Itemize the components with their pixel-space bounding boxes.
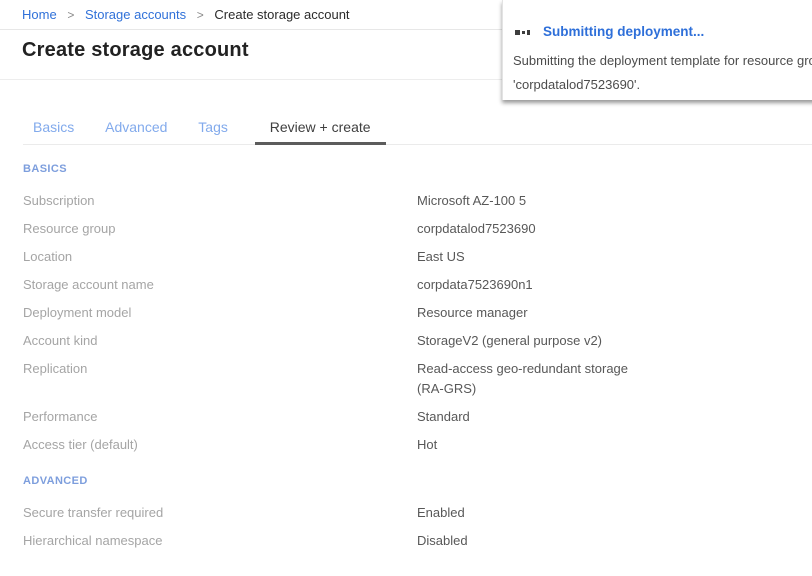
row-performance: Performance Standard (0, 403, 812, 431)
row-account-kind: Account kind StorageV2 (general purpose … (0, 327, 812, 355)
row-label: Location (0, 247, 417, 267)
tab-advanced[interactable]: Advanced (105, 118, 167, 145)
row-value: corpdata7523690n1 (417, 275, 657, 295)
tab-review-create[interactable]: Review + create (255, 118, 386, 145)
row-secure-transfer: Secure transfer required Enabled (0, 499, 812, 527)
row-label: Storage account name (0, 275, 417, 295)
row-value: Hot (417, 435, 657, 455)
toast-title-row: Submitting deployment... (513, 24, 812, 40)
tab-bar: Basics Advanced Tags Review + create (23, 118, 812, 145)
row-label: Hierarchical namespace (0, 531, 417, 551)
row-value: corpdatalod7523690 (417, 219, 657, 239)
tab-tags[interactable]: Tags (198, 118, 228, 145)
tab-basics[interactable]: Basics (33, 118, 74, 145)
row-subscription: Subscription Microsoft AZ-100 5 (0, 187, 812, 215)
row-replication: Replication Read-access geo-redundant st… (0, 355, 812, 403)
section-title-advanced: ADVANCED (23, 473, 812, 489)
row-label: Access tier (default) (0, 435, 417, 455)
row-label: Performance (0, 407, 417, 427)
row-label: Replication (0, 359, 417, 399)
row-resource-group: Resource group corpdatalod7523690 (0, 215, 812, 243)
toast-message-line-2: 'corpdatalod7523690'. (513, 73, 812, 97)
section-title-basics: BASICS (23, 161, 812, 177)
toast-message-line-1: Submitting the deployment template for r… (513, 49, 812, 73)
row-value: East US (417, 247, 657, 267)
row-value: Standard (417, 407, 657, 427)
row-deployment-model: Deployment model Resource manager (0, 299, 812, 327)
row-value: Disabled (417, 531, 657, 551)
row-value: StorageV2 (general purpose v2) (417, 331, 657, 351)
row-label: Account kind (0, 331, 417, 351)
row-label: Secure transfer required (0, 503, 417, 523)
breadcrumb-separator: > (197, 8, 204, 22)
row-label: Resource group (0, 219, 417, 239)
row-access-tier: Access tier (default) Hot (0, 431, 812, 459)
breadcrumb-home-link[interactable]: Home (22, 7, 57, 22)
toast-title-link[interactable]: Submitting deployment... (543, 24, 704, 40)
create-storage-account-page: { "breadcrumb": { "separator": ">", "ite… (0, 0, 812, 576)
row-label: Subscription (0, 191, 417, 211)
advanced-rows: Secure transfer required Enabled Hierarc… (0, 499, 812, 555)
row-value: Enabled (417, 503, 657, 523)
basics-rows: Subscription Microsoft AZ-100 5 Resource… (0, 187, 812, 459)
breadcrumb-separator: > (67, 8, 74, 22)
deployment-blocks-icon (515, 30, 530, 35)
row-label: Deployment model (0, 303, 417, 323)
row-hierarchical-namespace: Hierarchical namespace Disabled (0, 527, 812, 555)
toast-message: Submitting the deployment template for r… (513, 49, 812, 97)
row-value: Microsoft AZ-100 5 (417, 191, 657, 211)
row-location: Location East US (0, 243, 812, 271)
deployment-toast[interactable]: Submitting deployment... Submitting the … (502, 0, 812, 100)
breadcrumb-current-page: Create storage account (214, 7, 349, 22)
breadcrumb-storage-accounts-link[interactable]: Storage accounts (85, 7, 186, 22)
row-value: Resource manager (417, 303, 657, 323)
row-storage-account-name: Storage account name corpdata7523690n1 (0, 271, 812, 299)
row-value: Read-access geo-redundant storage (RA-GR… (417, 359, 657, 399)
